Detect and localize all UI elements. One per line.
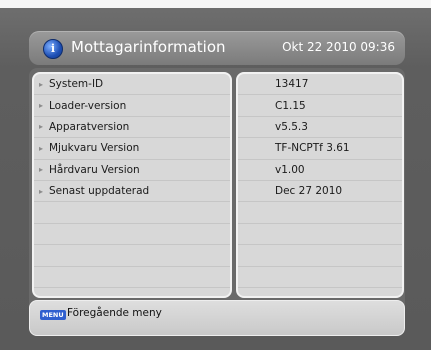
info-icon: i — [43, 39, 63, 59]
empty-row — [238, 245, 402, 267]
empty-row — [34, 245, 230, 267]
empty-row — [238, 202, 402, 224]
empty-row — [34, 202, 230, 224]
value-mjukvaru-version: TF-NCPTf 3.61 — [238, 138, 402, 160]
chevron-right-icon: ▸ — [39, 186, 44, 196]
value-apparatversion: v5.5.3 — [238, 117, 402, 139]
info-row-apparatversion[interactable]: ▸ Apparatversion — [34, 117, 230, 139]
info-row-loader-version[interactable]: ▸ Loader-version — [34, 95, 230, 117]
info-row-hardvaru-version[interactable]: ▸ Hårdvaru Version — [34, 160, 230, 181]
previous-menu-label[interactable]: Föregående meny — [67, 307, 162, 319]
empty-row — [34, 267, 230, 288]
empty-row — [34, 288, 230, 296]
chevron-right-icon: ▸ — [39, 165, 44, 175]
chevron-right-icon: ▸ — [39, 143, 44, 153]
menu-key-icon[interactable]: MENU — [40, 310, 66, 320]
info-body: ▸ System-ID ▸ Loader-version ▸ Apparatversi… — [29, 68, 405, 336]
values-panel: 13417 C1.15 v5.5.3 TF-NCPTf 3.61 v1.00 D… — [236, 72, 404, 298]
info-row-senast-uppdaterad[interactable]: ▸ Senast uppdaterad — [34, 181, 230, 203]
row-label: System-ID — [49, 78, 104, 91]
empty-row — [238, 267, 402, 288]
page-title: Mottagarinformation — [71, 38, 226, 56]
footer-bar: MENU Föregående meny — [29, 300, 405, 336]
row-label: Mjukvaru Version — [49, 142, 140, 155]
value-senast-uppdaterad: Dec 27 2010 — [238, 181, 402, 203]
value-hardvaru-version: v1.00 — [238, 160, 402, 181]
row-label: Loader-version — [49, 99, 127, 112]
row-label: Apparatversion — [49, 120, 130, 133]
row-label: Hårdvaru Version — [49, 163, 140, 176]
header-bar: i Mottagarinformation Okt 22 2010 09:36 — [29, 31, 405, 65]
empty-row — [238, 288, 402, 296]
info-row-mjukvaru-version[interactable]: ▸ Mjukvaru Version — [34, 138, 230, 160]
chevron-right-icon: ▸ — [39, 122, 44, 132]
datetime-display: Okt 22 2010 09:36 — [282, 40, 395, 54]
info-row-system-id[interactable]: ▸ System-ID — [34, 74, 230, 96]
chevron-right-icon: ▸ — [39, 101, 44, 111]
value-system-id: 13417 — [238, 74, 402, 96]
empty-row — [238, 224, 402, 246]
chevron-right-icon: ▸ — [39, 79, 44, 89]
value-loader-version: C1.15 — [238, 95, 402, 117]
empty-row — [34, 224, 230, 246]
labels-panel: ▸ System-ID ▸ Loader-version ▸ Apparatversi… — [32, 72, 232, 298]
receiver-screen: i Mottagarinformation Okt 22 2010 09:36 … — [0, 8, 431, 350]
row-label: Senast uppdaterad — [49, 185, 150, 198]
